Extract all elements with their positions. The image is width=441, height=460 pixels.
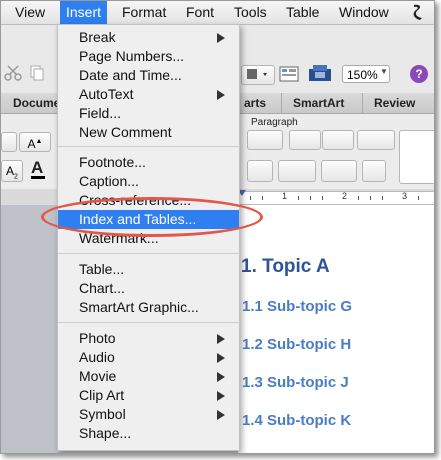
menu-item-clip-art[interactable]: Clip Art (58, 386, 239, 405)
menu-item-new-comment[interactable]: New Comment (58, 123, 239, 142)
gallery-icon[interactable] (279, 65, 299, 86)
menu-item-date-time[interactable]: Date and Time... (58, 66, 239, 85)
font-size-stepper[interactable] (1, 132, 17, 152)
submenu-arrow-icon (217, 33, 225, 43)
doc-subheading: 1.3 Sub-topic J (242, 374, 349, 391)
menu-item-movie[interactable]: Movie (58, 367, 239, 386)
increase-indent-button[interactable] (322, 130, 354, 150)
styles-gallery[interactable] (399, 130, 434, 184)
menu-item-footnote[interactable]: Footnote... (58, 153, 239, 172)
menu-view[interactable]: View (15, 4, 45, 20)
zoom-arrow-icon[interactable]: ▼ (380, 67, 388, 76)
app-window: View Insert Format Font Tools Table Wind… (0, 0, 435, 454)
menu-bar: View Insert Format Font Tools Table Wind… (1, 1, 434, 25)
menu-item-chart[interactable]: Chart... (58, 279, 239, 298)
paragraph-group-label: Paragraph (251, 117, 298, 128)
horizontal-ruler[interactable]: 1 2 3 (238, 191, 434, 205)
menu-item-shape[interactable]: Shape... (58, 424, 239, 443)
help-icon[interactable]: ? (410, 65, 428, 83)
menu-item-caption[interactable]: Caption... (58, 172, 239, 191)
menu-item-symbol[interactable]: Symbol (58, 405, 239, 424)
menu-item-field[interactable]: Field... (58, 104, 239, 123)
doc-heading: 1. Topic A (241, 256, 330, 277)
script-menu-icon[interactable] (410, 3, 426, 25)
grow-font-button[interactable]: A▲ (19, 132, 51, 152)
menu-separator (58, 322, 239, 323)
menu-insert[interactable]: Insert (60, 1, 108, 24)
bullets-list-button[interactable] (247, 130, 283, 150)
doc-subheading: 1.4 Sub-topic K (242, 412, 352, 429)
submenu-arrow-icon (217, 90, 225, 100)
menu-window[interactable]: Window (339, 4, 389, 20)
menu-tools[interactable]: Tools (234, 4, 267, 20)
submenu-arrow-icon (217, 353, 225, 363)
subscript-button[interactable]: A2 (1, 160, 23, 182)
menu-separator (58, 146, 239, 147)
cut-icon[interactable] (4, 65, 22, 84)
tab-charts[interactable]: arts (244, 96, 266, 110)
menu-font[interactable]: Font (186, 4, 214, 20)
menu-item-table[interactable]: Table... (58, 260, 239, 279)
menu-table[interactable]: Table (286, 4, 319, 20)
columns-button[interactable] (241, 65, 275, 85)
shading-button[interactable] (321, 160, 357, 182)
tab-divider (362, 93, 363, 113)
copy-icon[interactable] (30, 65, 44, 84)
decrease-indent-button[interactable] (289, 130, 321, 150)
submenu-arrow-icon (217, 410, 225, 420)
line-spacing-button[interactable] (278, 160, 316, 182)
menu-item-photo[interactable]: Photo (58, 329, 239, 348)
menu-format[interactable]: Format (122, 4, 166, 20)
doc-subheading: 1.2 Sub-topic H (242, 336, 352, 353)
font-color-icon[interactable]: A (31, 158, 45, 179)
menu-item-break[interactable]: Break (58, 28, 239, 47)
sort-az-icon[interactable] (362, 160, 386, 182)
highlight-annotation-oval (41, 197, 263, 237)
menu-item-audio[interactable]: Audio (58, 348, 239, 367)
menu-item-autotext[interactable]: AutoText (58, 85, 239, 104)
tab-review[interactable]: Review (374, 96, 415, 110)
columns-layout-button[interactable] (357, 130, 395, 150)
tab-document-elements[interactable]: Docume (13, 96, 60, 110)
tab-smartart[interactable]: SmartArt (293, 96, 344, 110)
tab-divider (281, 93, 282, 113)
menu-separator (58, 253, 239, 254)
menu-item-smartart-graphic[interactable]: SmartArt Graphic... (58, 298, 239, 317)
submenu-arrow-icon (217, 391, 225, 401)
submenu-arrow-icon (217, 334, 225, 344)
media-icon[interactable] (307, 63, 333, 86)
insert-menu: Break Page Numbers... Date and Time... A… (57, 24, 240, 451)
menu-item-page-numbers[interactable]: Page Numbers... (58, 47, 239, 66)
justify-button[interactable] (247, 160, 273, 182)
submenu-arrow-icon (217, 372, 225, 382)
doc-subheading: 1.1 Sub-topic G (242, 298, 353, 315)
